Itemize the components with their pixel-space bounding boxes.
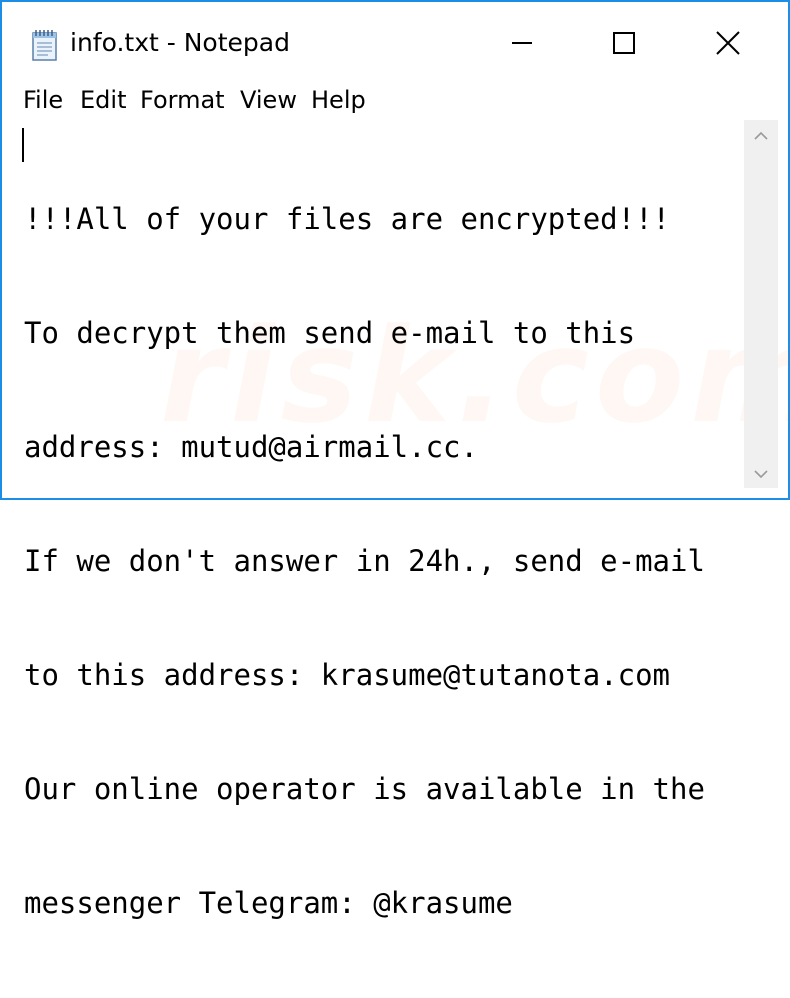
- menu-view[interactable]: View: [240, 86, 297, 114]
- text-line: Our online operator is available in the: [24, 772, 705, 806]
- minimize-button[interactable]: [492, 20, 552, 70]
- maximize-icon: [612, 31, 636, 59]
- minimize-icon: [510, 31, 534, 59]
- scroll-down-button[interactable]: [744, 458, 778, 488]
- text-line: messenger Telegram: @krasume: [24, 886, 513, 920]
- menu-file[interactable]: File: [23, 86, 63, 114]
- text-line: !!!All of your files are encrypted!!!: [24, 202, 671, 236]
- menu-bar: File Edit Format View Help: [2, 82, 788, 120]
- chevron-down-icon: [753, 464, 769, 483]
- text-line: If we don't answer in 24h., send e-mail: [24, 544, 705, 578]
- text-line: To decrypt them send e-mail to this: [24, 316, 636, 350]
- close-icon: [715, 30, 741, 60]
- text-line: to this address: krasume@tutanota.com: [24, 658, 671, 692]
- text-editor[interactable]: risk.com !!!All of your files are encryp…: [10, 120, 790, 920]
- close-button[interactable]: [698, 20, 758, 70]
- menu-format[interactable]: Format: [140, 86, 225, 114]
- notepad-icon: [30, 28, 60, 62]
- window-title: info.txt - Notepad: [70, 28, 290, 57]
- notepad-window: info.txt - Notepad File Edit Format View…: [0, 0, 790, 920]
- menu-help[interactable]: Help: [311, 86, 366, 114]
- chevron-up-icon: [753, 126, 769, 145]
- editor-content[interactable]: !!!All of your files are encrypted!!! To…: [24, 124, 736, 998]
- scroll-up-button[interactable]: [744, 120, 778, 150]
- maximize-button[interactable]: [594, 20, 654, 70]
- title-bar[interactable]: info.txt - Notepad: [2, 2, 788, 82]
- vertical-scrollbar[interactable]: [744, 120, 778, 488]
- text-line: address: mutud@airmail.cc.: [24, 430, 478, 464]
- menu-edit[interactable]: Edit: [80, 86, 126, 114]
